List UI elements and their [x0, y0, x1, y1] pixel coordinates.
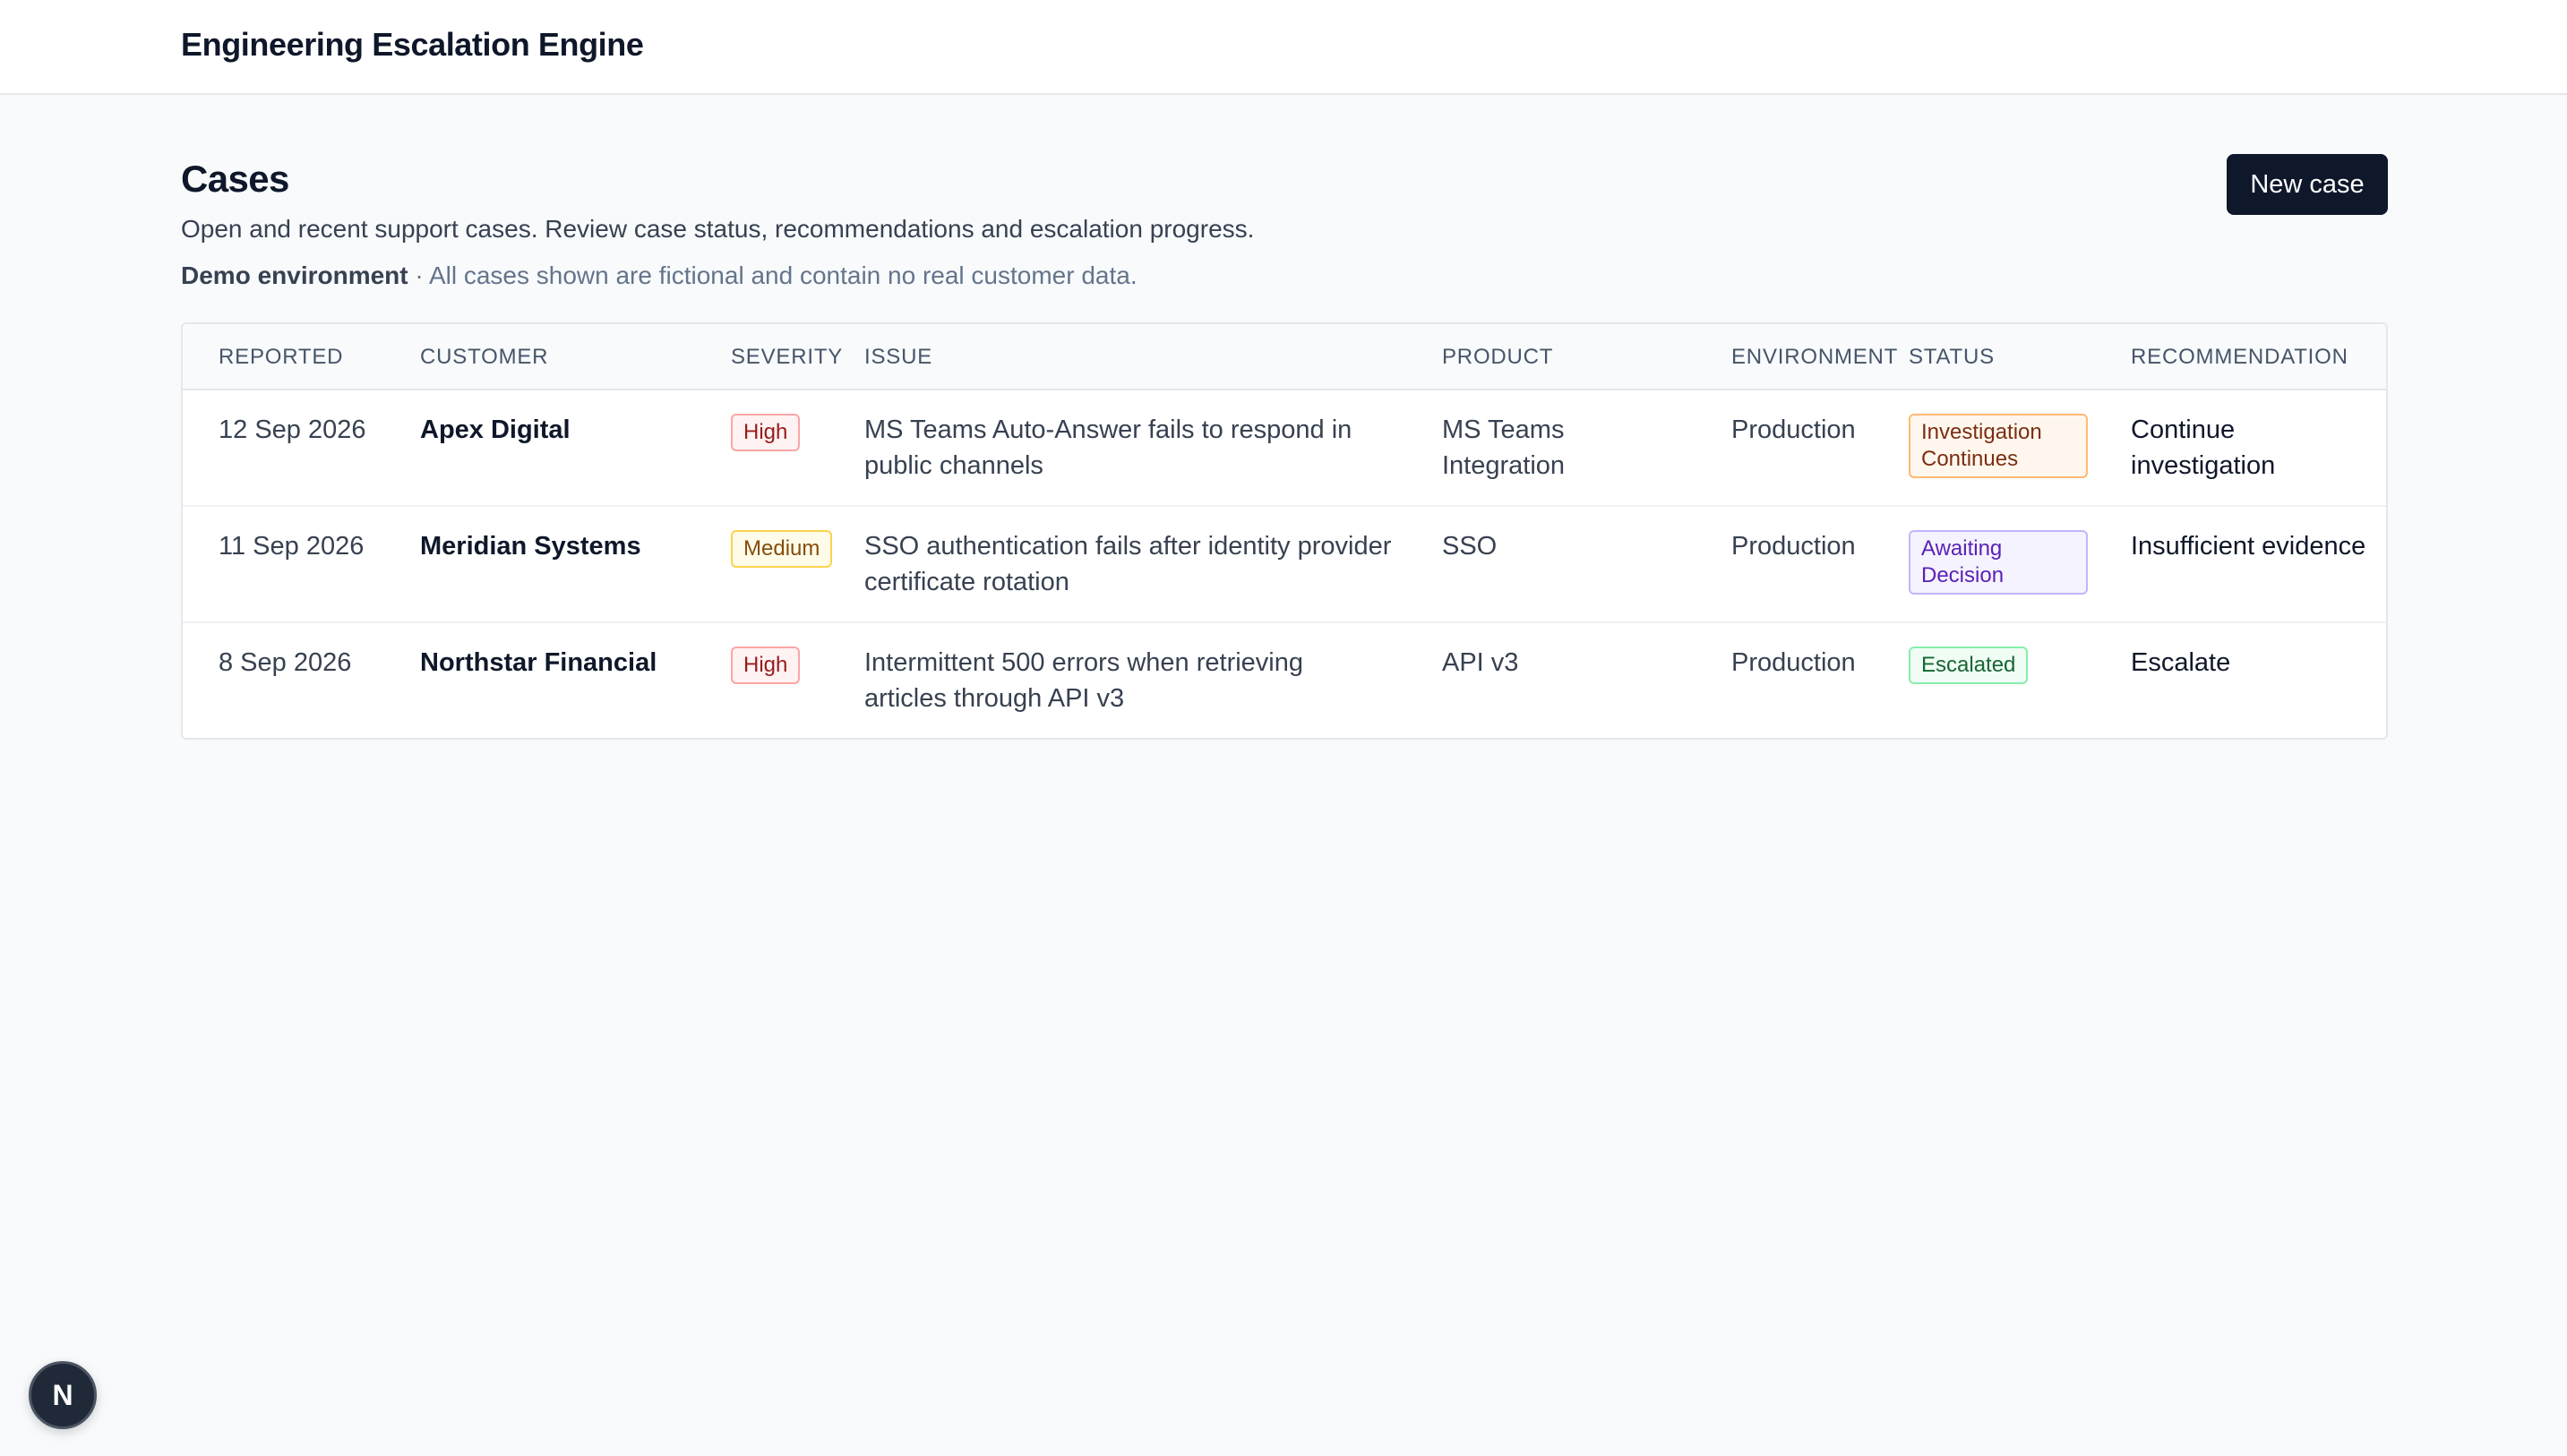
status-badge: Escalated: [1909, 647, 2029, 684]
demo-environment-label: Demo environment: [181, 261, 408, 289]
product-name: SSO: [1442, 532, 1498, 561]
nextjs-letter: N: [52, 1378, 73, 1411]
column-header-customer[interactable]: Customer: [420, 344, 548, 371]
column-header-issue[interactable]: Issue: [864, 344, 932, 371]
nextjs-icon[interactable]: N: [29, 1361, 97, 1429]
customer-name[interactable]: Meridian Systems: [420, 528, 641, 564]
demo-environment-note: Demo environment · All cases shown are f…: [181, 260, 1138, 292]
reported-date: 8 Sep 2026: [219, 648, 352, 677]
reported-date: 12 Sep 2026: [219, 415, 366, 444]
column-header-status[interactable]: Status: [1909, 344, 1995, 371]
table-row[interactable]: 12 Sep 2026 Apex Digital High MS Teams A…: [183, 390, 2386, 507]
recommendation-text: Continue investigation: [2131, 415, 2276, 480]
severity-badge: High: [731, 414, 801, 451]
table-row[interactable]: 8 Sep 2026 Northstar Financial High Inte…: [183, 623, 2386, 738]
column-header-reported[interactable]: Reported: [219, 344, 343, 371]
column-header-severity[interactable]: Severity: [731, 344, 843, 371]
product-name: MS Teams Integration: [1442, 415, 1566, 480]
reported-date: 11 Sep 2026: [219, 532, 365, 561]
issue-text[interactable]: MS Teams Auto-Answer fails to respond in…: [864, 412, 1402, 484]
severity-badge: High: [731, 647, 801, 684]
product-name: API v3: [1442, 648, 1519, 677]
column-header-recommendation[interactable]: Recommendation: [2131, 344, 2348, 371]
status-badge: Awaiting Decision: [1909, 530, 2088, 595]
environment-name: Production: [1731, 532, 1856, 561]
app-title: Engineering Escalation Engine: [181, 26, 644, 63]
table-header: Reported Customer Severity Issue Product…: [183, 324, 2386, 390]
environment-name: Production: [1731, 648, 1856, 677]
status-badge: Investigation Continues: [1909, 414, 2088, 478]
severity-badge: Medium: [731, 530, 833, 568]
environment-name: Production: [1731, 415, 1856, 444]
table-row[interactable]: 11 Sep 2026 Meridian Systems Medium SSO …: [183, 507, 2386, 623]
demo-environment-text: · All cases shown are fictional and cont…: [408, 261, 1138, 289]
recommendation-text: Insufficient evidence: [2131, 532, 2366, 561]
page-title: Cases: [181, 158, 289, 200]
issue-text[interactable]: SSO authentication fails after identity …: [864, 528, 1402, 600]
column-header-environment[interactable]: Environment: [1731, 344, 1898, 371]
page-description: Open and recent support cases. Review ca…: [181, 215, 1255, 243]
recommendation-text: Escalate: [2131, 648, 2231, 677]
customer-name[interactable]: Northstar Financial: [420, 645, 657, 681]
cases-table: Reported Customer Severity Issue Product…: [181, 322, 2388, 740]
new-case-button[interactable]: New case: [2227, 154, 2388, 215]
top-bar: Engineering Escalation Engine: [0, 0, 2567, 95]
issue-text[interactable]: Intermittent 500 errors when retrieving …: [864, 645, 1366, 716]
customer-name[interactable]: Apex Digital: [420, 412, 571, 448]
column-header-product[interactable]: Product: [1442, 344, 1553, 371]
